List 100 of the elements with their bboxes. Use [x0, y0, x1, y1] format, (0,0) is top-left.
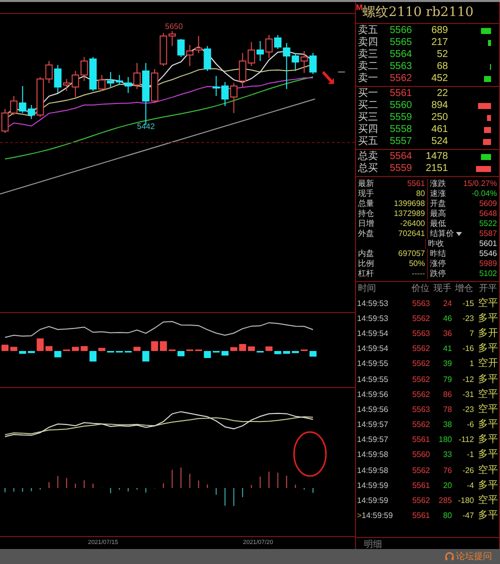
order-volume: 250	[430, 113, 448, 123]
trade-price: 5561	[411, 436, 430, 444]
order-label: 卖二	[358, 62, 379, 72]
trade-volume: 86	[442, 390, 452, 399]
trade-type: 空平	[477, 466, 498, 476]
trade-type: 多开	[477, 328, 498, 339]
order-price: 5564	[388, 152, 412, 162]
order-label: 卖三	[358, 50, 379, 60]
stat-label: 最低	[430, 220, 446, 228]
order-volume: 894	[430, 101, 448, 111]
trade-change: -4	[466, 482, 474, 490]
trade-type: 多平	[477, 344, 498, 354]
stat-label: 跌停	[430, 270, 446, 278]
trade-time: 14:59:53	[357, 314, 390, 323]
indicator-bar	[90, 351, 96, 362]
order-label: 卖五	[358, 26, 379, 36]
stat-label: 现手	[358, 190, 374, 198]
stat-value: 702641	[398, 230, 425, 238]
trade-type: 多平	[477, 480, 498, 491]
stat-label: 比例	[358, 260, 374, 268]
order-volume: 524	[430, 137, 448, 147]
volume-bar	[484, 127, 491, 133]
order-volume: 1478	[424, 152, 448, 162]
stat-value: -0.04%	[472, 190, 497, 198]
trade-change: -12	[461, 376, 474, 384]
order-volume: 689	[430, 26, 448, 36]
stat-value: 5609	[479, 200, 497, 208]
order-label: 卖一	[358, 74, 379, 84]
indicator-bar	[124, 351, 132, 352]
volume-bar	[478, 103, 491, 109]
order-volume: 68	[436, 62, 448, 72]
trade-price: 5563	[411, 330, 430, 338]
trade-volume: 76	[442, 466, 452, 475]
stat-label: 内盘	[358, 250, 374, 258]
detail-tab[interactable]: 明细	[364, 540, 382, 549]
stat-label: 持仓	[358, 210, 374, 218]
indicator-bar	[98, 348, 106, 351]
volume-bar	[484, 76, 491, 82]
trade-price: 5562	[411, 421, 430, 430]
trade-change: -6	[466, 421, 474, 430]
trade-volume: 33	[442, 451, 452, 460]
order-label: 卖四	[358, 38, 379, 48]
trade-change: -31	[461, 390, 474, 399]
stat-label: 昨结	[430, 250, 446, 258]
stat-value: -----	[412, 270, 425, 278]
trade-time: 14:59:58	[357, 466, 390, 475]
trade-change: -47	[461, 512, 474, 520]
trade-time: 14:59:56	[357, 406, 390, 414]
column-header: 时间	[358, 282, 377, 296]
trade-type: 空平	[477, 496, 498, 506]
order-price: 5559	[388, 164, 412, 174]
trade-type: 多平	[477, 435, 498, 446]
trade-change: -26	[461, 466, 474, 475]
trade-type: 空平	[477, 404, 498, 415]
order-price: 5560	[388, 101, 412, 111]
order-label: 买四	[358, 125, 379, 135]
headset-icon	[445, 552, 454, 561]
trade-volume: 36	[442, 330, 452, 338]
trade-time: >14:59:59	[357, 512, 394, 520]
order-label: 买五	[358, 137, 379, 147]
indicator-bar	[80, 346, 88, 351]
trade-price: 5563	[411, 406, 430, 414]
contract-title: 螺纹2110 rb2110	[362, 4, 474, 22]
indicator-bar	[2, 344, 8, 351]
trade-price: 5562	[411, 390, 430, 399]
column-header: 现手	[432, 282, 452, 296]
trade-time: 14:59:54	[357, 345, 390, 354]
trade-time: 14:59:55	[357, 376, 390, 384]
order-price: 5558	[388, 125, 412, 135]
order-price: 5562	[388, 74, 412, 84]
indicator-bar	[178, 351, 184, 356]
low-price-label: 5442	[137, 123, 155, 131]
trade-type: 空平	[477, 298, 498, 309]
stat-value: 80	[416, 190, 425, 198]
trade-change: -1	[466, 451, 474, 460]
trade-volume: 24	[442, 300, 452, 308]
indicator-bar	[134, 346, 140, 351]
stat-value: 15/0.27%	[463, 180, 497, 188]
indicator-bar	[168, 350, 176, 351]
stat-value: 697057	[398, 250, 425, 258]
trade-change: -23	[461, 406, 474, 414]
indicator-bar	[310, 351, 316, 357]
stat-value: 5989	[479, 260, 497, 268]
trade-change: -16	[461, 345, 474, 354]
trade-price: 5563	[411, 300, 430, 308]
indicator-bar	[256, 351, 264, 352]
indicator-bar	[266, 346, 272, 351]
order-volume: 461	[430, 125, 448, 135]
order-price: 5561	[388, 89, 412, 99]
order-price: 5565	[388, 38, 412, 48]
stat-value: 5546	[479, 250, 497, 258]
highlight-circle	[293, 431, 327, 477]
stat-value: -26400	[400, 220, 425, 228]
trade-type: 多平	[477, 314, 498, 324]
order-label: 总卖	[358, 152, 379, 162]
trade-price: 5561	[411, 482, 430, 490]
dropdown-icon[interactable]	[456, 232, 462, 236]
volume-bar	[487, 115, 491, 121]
order-price: 5564	[388, 50, 412, 60]
trade-type: 多平	[477, 450, 498, 460]
